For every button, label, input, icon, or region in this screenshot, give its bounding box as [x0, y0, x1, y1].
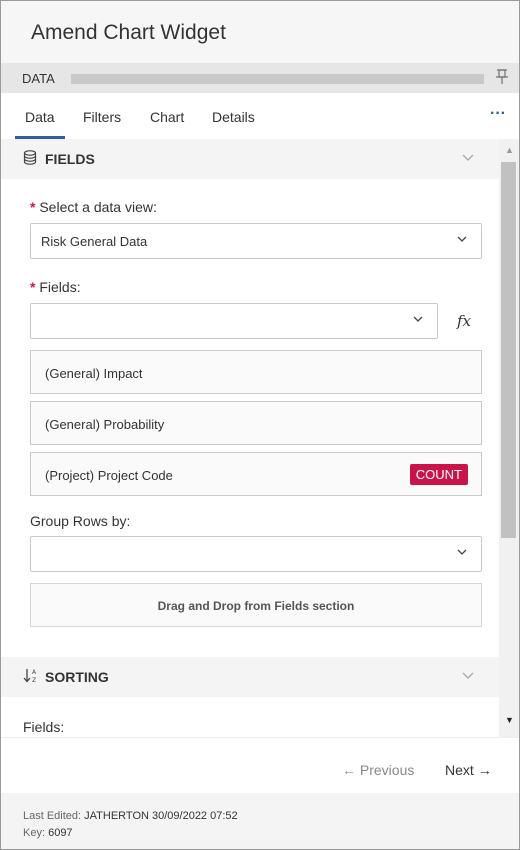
data-progress-fill [71, 74, 484, 84]
data-bar: DATA [1, 63, 519, 93]
tab-bar: Data Filters Chart Details ··· [1, 93, 519, 139]
field-item-label: (Project) Project Code [45, 468, 173, 483]
chevron-down-icon [462, 668, 474, 683]
last-edited: Last Edited: JATHERTON 30/09/2022 07:52 [23, 810, 238, 822]
panel-title: Amend Chart Widget [1, 1, 519, 63]
fields-select[interactable] [30, 303, 438, 339]
group-rows-drop-zone[interactable]: Drag and Drop from Fields section [30, 583, 482, 627]
scrollbar-thumb[interactable] [501, 162, 516, 538]
tab-chart[interactable]: Chart [150, 109, 184, 125]
svg-text:A: A [32, 669, 37, 676]
chevron-down-icon [457, 547, 467, 559]
pin-icon[interactable] [495, 69, 509, 88]
previous-label: Previous [359, 762, 415, 778]
amend-chart-widget-panel: Amend Chart Widget DATA Data Filters Cha… [0, 0, 520, 850]
wizard-navigation: ← Previous Next → [1, 737, 519, 793]
group-rows-label: Group Rows by: [30, 513, 131, 529]
fx-icon: fx [457, 312, 472, 330]
tab-details[interactable]: Details [212, 109, 255, 125]
arrow-left-icon: ← [342, 762, 356, 778]
last-edited-label: Last Edited: [23, 810, 82, 822]
database-icon [23, 150, 37, 168]
count-badge[interactable]: COUNT [409, 464, 468, 485]
arrow-right-icon: → [477, 762, 492, 778]
fields-section-header[interactable]: FIELDS [1, 139, 499, 179]
chevron-down-icon [462, 150, 474, 165]
data-view-label: * Select a data view: [30, 199, 157, 215]
fields-section-title: FIELDS [45, 151, 95, 167]
sorting-fields-label: Fields: [23, 719, 65, 735]
tab-filters[interactable]: Filters [83, 109, 121, 125]
key-label: Key: [23, 827, 46, 839]
formula-fx-button[interactable]: fx [457, 312, 471, 330]
sorting-section-header[interactable]: A Z SORTING [1, 657, 499, 697]
fields-label-text: Fields: [39, 279, 81, 295]
key-value: 6097 [48, 827, 73, 839]
record-key: Key: 6097 [23, 827, 73, 839]
svg-text:Z: Z [32, 677, 36, 683]
field-item-label: (General) Probability [45, 417, 165, 432]
next-label: Next [445, 762, 474, 778]
group-rows-select[interactable] [30, 536, 482, 572]
more-options-icon[interactable]: ··· [490, 105, 506, 123]
required-marker: * [30, 279, 36, 295]
chevron-down-icon [413, 314, 423, 326]
sorting-section-title: SORTING [45, 669, 109, 685]
scroll-up-arrow-icon[interactable]: ▲ [505, 145, 514, 155]
record-metadata: Last Edited: JATHERTON 30/09/2022 07:52 … [1, 793, 519, 849]
sort-icon: A Z [23, 668, 39, 686]
data-progress-bar [71, 74, 484, 84]
fields-label: * Fields: [30, 279, 81, 295]
data-view-label-text: Select a data view: [39, 199, 157, 215]
tab-data[interactable]: Data [15, 109, 65, 139]
vertical-scrollbar[interactable]: ▲ ▼ [499, 139, 519, 737]
data-view-select[interactable]: Risk General Data [30, 223, 482, 259]
data-view-select-value: Risk General Data [41, 234, 148, 249]
required-marker: * [30, 199, 36, 215]
next-button[interactable]: Next → [445, 762, 492, 778]
form-scroll-area: FIELDS * Select a data view: Risk Genera… [1, 139, 519, 737]
field-item[interactable]: (Project) Project Code COUNT [30, 452, 482, 496]
data-bar-label: DATA [22, 71, 55, 86]
drop-zone-text: Drag and Drop from Fields section [157, 599, 355, 613]
last-edited-value: JATHERTON 30/09/2022 07:52 [84, 810, 238, 822]
scroll-down-arrow-icon[interactable]: ▼ [505, 715, 514, 725]
previous-button[interactable]: ← Previous [342, 762, 414, 778]
field-item[interactable]: (General) Impact [30, 350, 482, 394]
chevron-down-icon [457, 234, 467, 246]
field-item[interactable]: (General) Probability [30, 401, 482, 445]
field-item-label: (General) Impact [45, 366, 143, 381]
